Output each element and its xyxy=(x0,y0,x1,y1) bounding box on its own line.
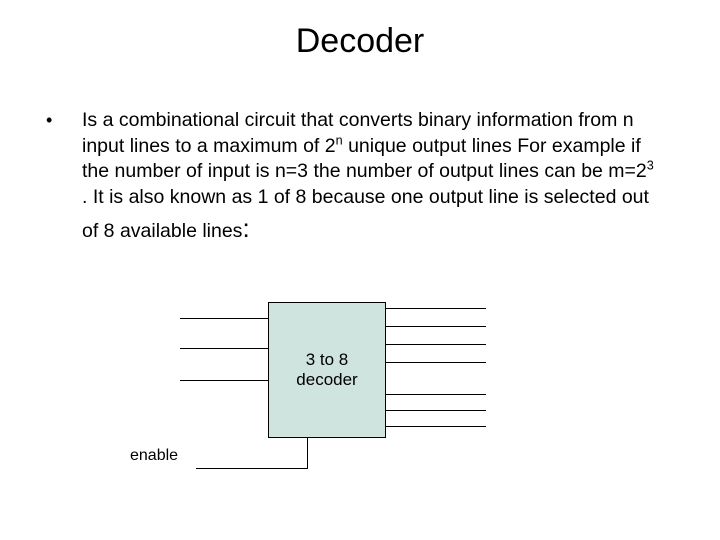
input-wire-1 xyxy=(180,318,268,319)
output-wire-7 xyxy=(386,426,486,427)
output-wire-3 xyxy=(386,344,486,345)
enable-wire-h xyxy=(196,468,308,469)
sup-3: 3 xyxy=(647,159,654,173)
output-wire-1 xyxy=(386,308,486,309)
input-wire-3 xyxy=(180,380,268,381)
body-paragraph: • Is a combinational circuit that conver… xyxy=(40,108,660,245)
body-colon: : xyxy=(242,213,249,243)
output-wire-4 xyxy=(386,362,486,363)
box-label-line2: decoder xyxy=(296,370,357,389)
enable-label: enable xyxy=(130,447,178,465)
body-text-3: . It is also known as 1 of 8 because one… xyxy=(82,186,649,242)
output-wire-2 xyxy=(386,326,486,327)
bullet-icon: • xyxy=(40,108,82,245)
box-label-line1: 3 to 8 xyxy=(306,350,349,369)
input-wire-2 xyxy=(180,348,268,349)
sup-n: n xyxy=(336,133,343,147)
output-wire-5 xyxy=(386,394,486,395)
page-title: Decoder xyxy=(0,22,720,61)
decoder-box-label: 3 to 8 decoder xyxy=(268,350,386,389)
output-wire-6 xyxy=(386,410,486,411)
enable-wire-v xyxy=(307,438,308,469)
